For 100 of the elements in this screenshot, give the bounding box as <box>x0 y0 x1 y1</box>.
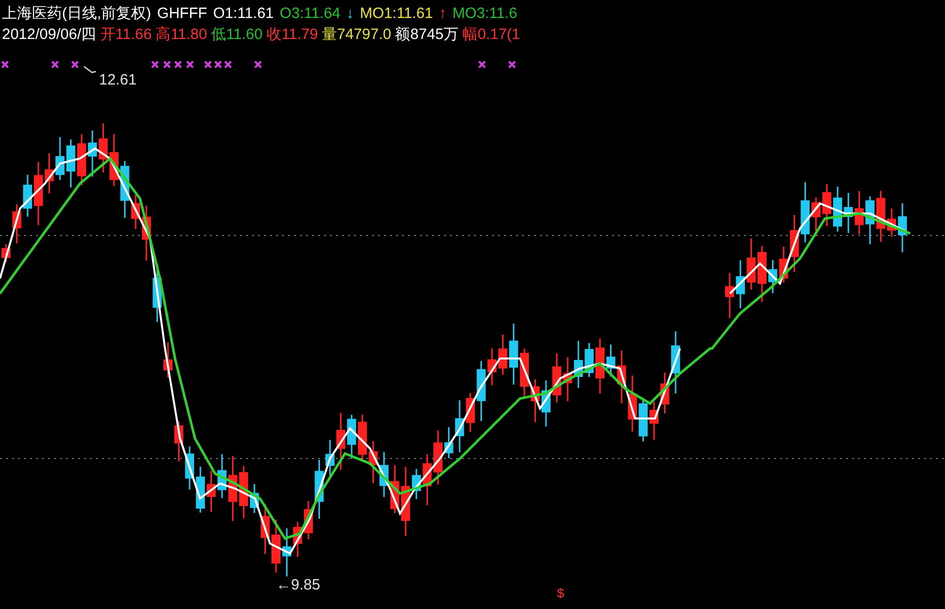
candlestick <box>185 446 194 490</box>
candlestick <box>552 353 562 402</box>
x-marker-icon <box>254 60 262 68</box>
candlestick <box>725 273 734 318</box>
candlestick <box>196 466 205 513</box>
x-marker-icon <box>214 60 222 68</box>
candlestick <box>822 184 832 226</box>
candlestick <box>638 398 648 442</box>
candlestick <box>56 137 64 180</box>
candlestick <box>77 134 86 186</box>
candlestick <box>2 244 10 262</box>
header-text: 低11.60 <box>211 25 263 45</box>
candlestick <box>347 414 356 459</box>
candlestick <box>844 193 853 233</box>
candlestick <box>574 340 583 388</box>
candlestick <box>800 182 810 242</box>
header-text: 上海医药(日线,前复权) <box>2 4 152 24</box>
x-marker-icon <box>71 60 79 68</box>
candlestick <box>542 380 550 426</box>
header-text: GHFFF <box>157 4 208 24</box>
signal-mark: $ <box>557 586 564 600</box>
candlestick <box>498 334 508 374</box>
candlestick <box>164 342 172 378</box>
candlestick <box>466 392 475 432</box>
x-marker-icon <box>478 60 486 68</box>
candlestick <box>314 460 324 519</box>
header-text: 额8745万 <box>395 25 459 45</box>
candlestick <box>660 372 670 414</box>
candlestick <box>746 238 756 290</box>
candlestick <box>66 140 76 188</box>
candlestick <box>358 414 367 462</box>
header-text: 量74797.0 <box>322 25 392 45</box>
candlestick <box>380 452 388 497</box>
candlestick <box>833 186 842 232</box>
x-marker-icon <box>1 60 9 68</box>
candlestick <box>282 528 292 576</box>
candlestick <box>228 456 238 521</box>
candlestick <box>260 504 270 554</box>
candlestick <box>390 465 400 514</box>
candlestick <box>758 246 766 302</box>
header-text: 幅0.17(1 <box>462 25 520 45</box>
header-text: ↑ <box>439 4 446 24</box>
candlestick <box>98 123 108 172</box>
header-text: 2012/09/06/四 <box>2 25 96 45</box>
candlestick <box>174 421 184 462</box>
leader-line <box>84 66 96 74</box>
x-marker-icon <box>186 60 194 68</box>
candlestick <box>476 361 486 422</box>
candlestick <box>509 324 518 385</box>
x-marker-icon <box>508 60 516 68</box>
candlestick <box>12 204 22 244</box>
candlestick <box>326 440 334 476</box>
candlestick <box>650 402 658 440</box>
candlestick <box>206 470 216 512</box>
candlestick <box>88 130 97 177</box>
candlestick <box>368 441 378 484</box>
candlestick <box>584 343 594 377</box>
x-marker-icon <box>174 60 182 68</box>
header-text: 高11.80 <box>156 25 208 45</box>
candlestick <box>736 260 745 308</box>
high-price-label: 12.61 <box>99 72 137 88</box>
candlestick <box>606 344 616 377</box>
candlestick <box>563 357 572 402</box>
header-text: MO3:11.6 <box>452 4 518 24</box>
x-marker-icon <box>51 60 59 68</box>
candlestick <box>596 338 604 394</box>
header-text: O1:11.61 <box>213 4 274 24</box>
candlestick <box>812 197 820 236</box>
candlestick <box>520 348 529 397</box>
x-marker-icon <box>163 60 171 68</box>
candlestick <box>272 520 280 573</box>
candlestick <box>617 350 626 404</box>
x-marker-icon <box>151 60 159 68</box>
candlestick <box>444 427 454 458</box>
candlestick <box>434 430 442 484</box>
candlestick <box>152 264 162 322</box>
header-text: O3:11.64 <box>280 4 340 24</box>
x-marker-icon <box>204 60 212 68</box>
candlestick <box>44 153 54 194</box>
candlestick <box>768 260 778 294</box>
x-marker-icon <box>224 60 232 68</box>
header-text: MO1:11.61 <box>360 4 433 24</box>
candlestick <box>110 134 118 186</box>
candlestick <box>304 501 313 540</box>
header-text: 收11.79 <box>266 25 318 45</box>
candlestick <box>218 454 226 498</box>
candlestick <box>422 454 432 506</box>
header-text: ↓ <box>346 4 354 24</box>
candlestick <box>293 522 302 557</box>
candlestick <box>336 412 346 470</box>
candlestick <box>488 348 496 386</box>
header-text: 开11.66 <box>100 25 152 45</box>
candlestick <box>120 160 130 218</box>
candlestick <box>876 190 886 242</box>
candlestick <box>854 191 864 234</box>
candlestick <box>628 376 637 432</box>
low-price-label: ←9.85 <box>276 576 320 594</box>
candlestick <box>455 400 464 452</box>
candlestick <box>866 196 874 244</box>
candlestick <box>671 331 680 394</box>
